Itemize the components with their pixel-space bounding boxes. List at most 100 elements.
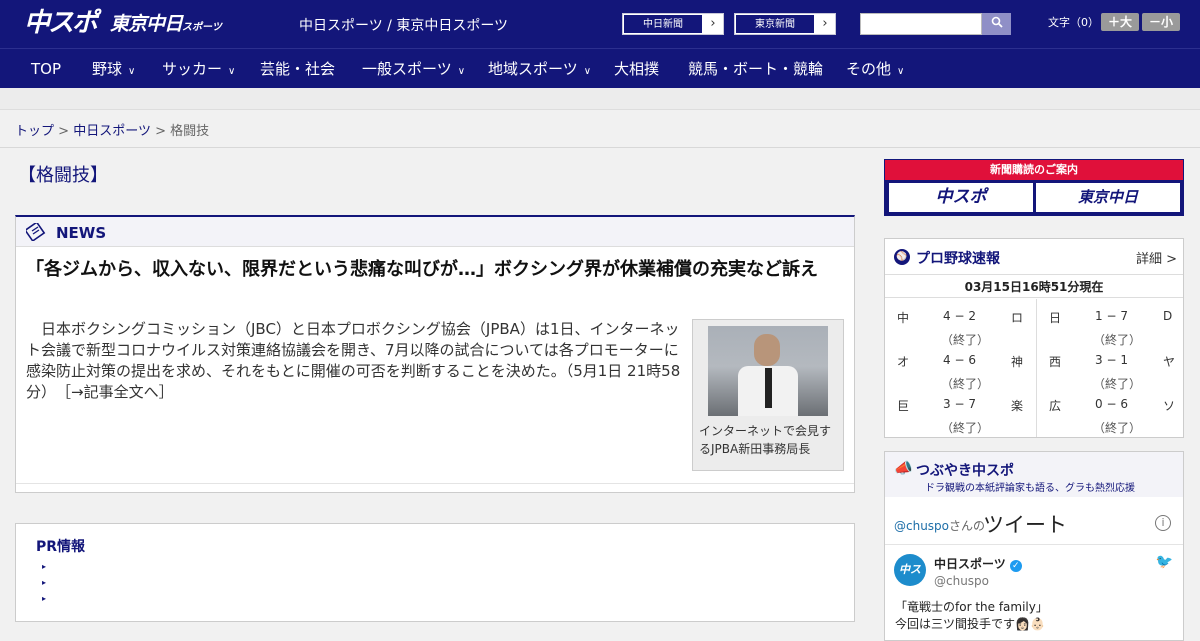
pr-bullet[interactable]: ▸ xyxy=(42,562,46,571)
chevron-right-icon: › xyxy=(703,14,723,34)
site-title: 中日スポーツ / 東京中日スポーツ xyxy=(299,18,509,34)
chevron-down-icon: ∨ xyxy=(228,66,236,77)
search-input[interactable] xyxy=(860,13,982,35)
game-team2: ロ xyxy=(1011,311,1024,325)
tweets-timeline-header: @chuspoさんの ツイート i xyxy=(885,505,1183,545)
photo-tie xyxy=(765,368,772,408)
twitter-bird-icon[interactable]: 🐦 xyxy=(1156,554,1173,570)
nav-baseball[interactable]: 野球 ∨ xyxy=(92,49,135,89)
chunichi-shimbun-link[interactable]: 中日新聞 › xyxy=(622,13,724,35)
breadcrumb-sep: > xyxy=(155,124,166,139)
nav-label: サッカー xyxy=(162,60,223,78)
game-row[interactable]: 西 3 − 1 ヤ （終了） xyxy=(1037,343,1185,391)
verified-icon: ✓ xyxy=(1009,560,1022,572)
newspaper-icon xyxy=(26,223,46,241)
breadcrumb-sep: > xyxy=(58,124,70,139)
subscription-banner[interactable]: 新聞購読のご案内 xyxy=(885,160,1183,180)
nav-sumo[interactable]: 大相撲 xyxy=(614,49,659,89)
game-team1: 西 xyxy=(1049,355,1062,369)
baseball-header: ⚾ プロ野球速報 詳細 > xyxy=(885,239,1183,275)
nav-top[interactable]: TOP xyxy=(31,49,61,89)
chuspo-logo[interactable]: 中スポ xyxy=(24,8,98,38)
avatar[interactable]: 中スポ xyxy=(894,554,926,608)
breadcrumb-current: 格闘技 xyxy=(170,124,210,139)
tokyo-logo-text: 東京中日 xyxy=(110,13,183,35)
game-team1: 広 xyxy=(1049,399,1062,413)
chevron-down-icon: ∨ xyxy=(457,66,466,77)
tweets-title: つぶやき中スポ xyxy=(916,463,1014,479)
breadcrumb-home[interactable]: トップ xyxy=(15,124,54,139)
tweets-handle-suffix: さんの xyxy=(949,519,986,533)
nav-label: 地域スポーツ xyxy=(488,60,578,78)
chevron-down-icon: ∨ xyxy=(897,66,905,77)
nav-general-sports[interactable]: 一般スポーツ ∨ xyxy=(362,49,465,89)
nav-racing[interactable]: 競馬・ボート・競輪 xyxy=(688,49,823,89)
game-row[interactable]: 広 0 − 6 ソ （終了） xyxy=(1037,387,1185,435)
chunichi-shimbun-label: 中日新聞 xyxy=(623,14,703,34)
nav-local-sports[interactable]: 地域スポーツ ∨ xyxy=(488,49,591,89)
nav-soccer[interactable]: サッカー ∨ xyxy=(162,49,235,89)
tweet-account-name[interactable]: 中日スポーツ ✓ xyxy=(934,555,1022,572)
game-score: 4 − 2 xyxy=(943,309,976,323)
news-body: 日本ボクシングコミッション（JBC）と日本プロボクシング協会（JPBA）は1日、… xyxy=(26,320,681,401)
tweets-header: 📣 つぶやき中スポ ドラ観戦の本紙評論家も語る、グラも熱烈応援 xyxy=(885,452,1183,497)
tokyo-chunichi-logo[interactable]: 東京中日スポーツ xyxy=(110,11,222,41)
subscribe-tokyo-button[interactable]: 東京中日 xyxy=(1036,183,1180,212)
game-row[interactable]: 日 1 − 7 D （終了） xyxy=(1037,299,1185,347)
news-photo[interactable] xyxy=(708,326,828,416)
baseball-detail-link[interactable]: 詳細 > xyxy=(1136,248,1177,267)
tweet-text-line: 「竜戦士のfor the family」 xyxy=(895,600,1048,614)
nav-label: 競馬・ボート・競輪 xyxy=(688,60,824,78)
nav-entertainment[interactable]: 芸能・社会 xyxy=(260,49,335,89)
game-team1: オ xyxy=(897,355,910,369)
news-footer-divider xyxy=(16,483,854,484)
nav-label: 芸能・社会 xyxy=(260,60,336,78)
nav-label: 一般スポーツ xyxy=(362,60,452,78)
news-headline[interactable]: 「各ジムから、収入ない、限界だという悲痛な叫びが…」ボクシング界が休業補償の充実… xyxy=(26,257,846,283)
subscribe-chuspo-button[interactable]: 中スポ xyxy=(889,183,1033,212)
game-score: 3 − 7 xyxy=(943,397,976,411)
subscription-ad: 新聞購読のご案内 中スポ 東京中日 xyxy=(884,159,1184,216)
baseball-timestamp: 03月15日16時51分現在 xyxy=(885,276,1183,298)
news-photo-box: インターネットで会見するJPBA新田事務局長 xyxy=(692,319,844,471)
game-team2: 神 xyxy=(1011,355,1024,369)
breadcrumb-section[interactable]: 中日スポーツ xyxy=(73,124,151,139)
breadcrumb: トップ > 中日スポーツ > 格闘技 xyxy=(15,120,209,139)
game-row[interactable]: 巨 3 − 7 楽 （終了） xyxy=(885,387,1033,435)
nav-label: 大相撲 xyxy=(614,60,660,78)
game-row[interactable]: オ 4 − 6 神 （終了） xyxy=(885,343,1033,391)
tweet-text-line: 今回は三ツ間投手です👩🏻👶🏻 xyxy=(895,617,1045,631)
game-team2: 楽 xyxy=(1011,399,1024,413)
pr-bullet[interactable]: ▸ xyxy=(42,594,46,603)
tokyo-shimbun-label: 東京新聞 xyxy=(735,14,815,34)
game-team1: 中 xyxy=(897,311,910,325)
game-team1: 日 xyxy=(1049,311,1062,325)
info-icon[interactable]: i xyxy=(1155,515,1171,531)
nav-other[interactable]: その他 ∨ xyxy=(846,49,904,89)
megaphone-icon: 📣 xyxy=(894,459,913,477)
nav-label: 野球 xyxy=(92,60,123,78)
photo-face xyxy=(754,334,780,366)
sub-bar xyxy=(0,88,1200,110)
search-box xyxy=(860,13,1011,35)
news-box: NEWS 「各ジムから、収入ない、限界だという悲痛な叫びが…」ボクシング界が休業… xyxy=(15,215,855,493)
baseball-title: プロ野球速報 xyxy=(916,251,1000,267)
tweets-handle[interactable]: @chuspo xyxy=(894,519,949,533)
pr-title: PR情報 xyxy=(36,539,86,555)
game-row[interactable]: 中 4 − 2 ロ （終了） xyxy=(885,299,1033,347)
font-smaller-button[interactable]: －小 xyxy=(1142,13,1180,31)
news-header: NEWS xyxy=(16,217,854,247)
chevron-right-icon: › xyxy=(815,14,835,34)
baseball-icon: ⚾ xyxy=(894,249,910,265)
tweet-account-handle[interactable]: @chuspo xyxy=(934,574,989,588)
tokyo-shimbun-link[interactable]: 東京新聞 › xyxy=(734,13,836,35)
font-larger-button[interactable]: ＋大 xyxy=(1101,13,1139,31)
tweet-account-label: 中日スポーツ xyxy=(934,557,1006,571)
page-title: 【格闘技】 xyxy=(18,165,108,186)
tweets-word: ツイート xyxy=(983,513,1067,537)
font-size-label: 文字（0） xyxy=(1048,16,1099,29)
baseball-scores: ⚾ プロ野球速報 詳細 > 03月15日16時51分現在 中 4 − 2 ロ （… xyxy=(884,238,1184,438)
search-button[interactable] xyxy=(982,13,1011,35)
pr-bullet[interactable]: ▸ xyxy=(42,578,46,587)
nav-label: TOP xyxy=(31,60,62,78)
